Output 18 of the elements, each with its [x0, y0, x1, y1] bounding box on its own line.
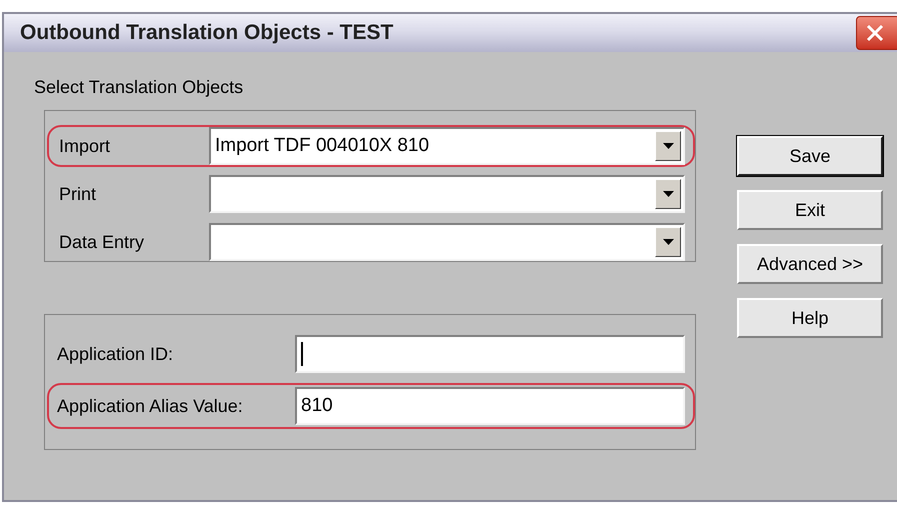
dialog-button[interactable]: Save: [737, 136, 883, 176]
field-label: Import: [59, 134, 112, 158]
dialog-button[interactable]: Help: [737, 298, 883, 338]
field-label: Application ID:: [57, 342, 174, 366]
field-label: Data Entry: [59, 230, 146, 254]
group-heading: Select Translation Objects: [34, 76, 244, 99]
close-icon[interactable]: [856, 16, 897, 50]
dropdown[interactable]: [209, 175, 685, 213]
window-title: Outbound Translation Objects - TEST: [19, 20, 394, 46]
input-field[interactable]: 810: [295, 387, 685, 425]
field-label: Print: [59, 182, 98, 206]
dropdown[interactable]: Import TDF 004010X 810: [209, 127, 685, 165]
dialog-button[interactable]: Exit: [737, 190, 883, 230]
field-label: Application Alias Value:: [57, 394, 244, 418]
dropdown[interactable]: [209, 223, 685, 261]
input-field[interactable]: [295, 335, 685, 373]
text-cursor: [301, 342, 303, 366]
dialog-button[interactable]: Advanced >>: [737, 244, 883, 284]
